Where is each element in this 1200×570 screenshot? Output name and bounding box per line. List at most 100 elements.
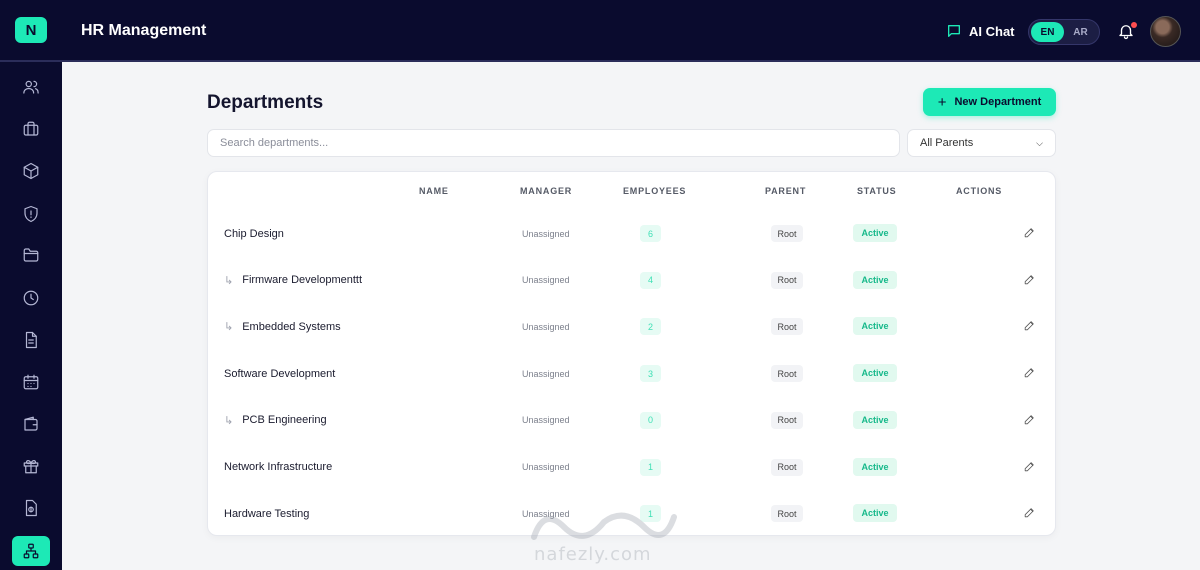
edit-button[interactable] bbox=[1023, 366, 1037, 380]
top-bar: N HR Management AI Chat EN AR bbox=[0, 0, 1200, 62]
new-department-button[interactable]: + New Department bbox=[923, 88, 1056, 116]
parent-badge: Root bbox=[771, 458, 803, 476]
lang-ar-button[interactable]: AR bbox=[1064, 22, 1097, 42]
column-header-status: STATUS bbox=[857, 186, 897, 196]
table-row[interactable]: Chip Design Unassigned 6 Root Active bbox=[208, 210, 1057, 257]
sidebar-item-assets[interactable] bbox=[14, 156, 48, 186]
column-header-parent: PARENT bbox=[765, 186, 807, 196]
package-icon bbox=[23, 162, 39, 180]
table-row[interactable]: Hardware Testing Unassigned 1 Root Active bbox=[208, 490, 1057, 537]
department-name-text: Firmware Developmenttt bbox=[242, 274, 363, 287]
department-name[interactable]: Chip Design bbox=[224, 210, 284, 257]
app-logo[interactable]: N bbox=[15, 17, 47, 43]
folder-icon bbox=[23, 248, 39, 262]
chat-bubble-icon bbox=[948, 25, 960, 37]
search-departments-input[interactable] bbox=[207, 129, 900, 157]
sidebar-item-files[interactable] bbox=[14, 240, 48, 270]
parent-filter-value: All Parents bbox=[920, 137, 974, 149]
sidebar-item-calendar[interactable] bbox=[14, 367, 48, 397]
chevron-down-icon: ⌵ bbox=[1036, 137, 1043, 148]
parent-badge: Root bbox=[771, 271, 803, 289]
child-arrow-icon: ↳ bbox=[224, 414, 234, 427]
status-badge: Active bbox=[853, 410, 897, 429]
page-title: Departments bbox=[207, 92, 324, 113]
manager-cell: Unassigned bbox=[522, 368, 570, 379]
department-name[interactable]: ↳ PCB Engineering bbox=[224, 397, 327, 444]
employee-count-badge: 2 bbox=[640, 318, 661, 336]
pencil-icon bbox=[1024, 274, 1034, 284]
ai-chat-button[interactable]: AI Chat bbox=[946, 23, 1015, 39]
plus-icon: + bbox=[937, 93, 947, 111]
table-row[interactable]: Network Infrastructure Unassigned 1 Root Act… bbox=[208, 444, 1057, 491]
parent-badge: Root bbox=[771, 318, 803, 336]
sidebar-item-benefits[interactable] bbox=[14, 451, 48, 481]
sidebar-item-documents[interactable] bbox=[14, 325, 48, 355]
parent-badge: Root bbox=[771, 365, 803, 383]
status-badge: Active bbox=[853, 224, 897, 242]
notification-dot bbox=[1131, 22, 1137, 28]
table-row[interactable]: ↳ PCB Engineering Unassigned 0 Root Active bbox=[208, 397, 1057, 444]
status-badge: Active bbox=[853, 504, 897, 523]
employee-count-badge: 0 bbox=[640, 411, 661, 429]
department-name-text: Embedded Systems bbox=[242, 320, 341, 333]
department-name-text: PCB Engineering bbox=[242, 414, 327, 427]
employee-count-badge: 4 bbox=[640, 271, 661, 289]
manager-cell: Unassigned bbox=[522, 275, 570, 286]
edit-button[interactable] bbox=[1023, 506, 1037, 520]
ai-chat-label: AI Chat bbox=[969, 23, 1015, 39]
status-badge: Active bbox=[853, 457, 897, 476]
department-name[interactable]: Hardware Testing bbox=[224, 490, 309, 537]
sidebar-item-payroll[interactable] bbox=[14, 409, 48, 439]
parent-filter-select[interactable]: All Parents ⌵ bbox=[907, 129, 1056, 157]
pencil-icon bbox=[1024, 368, 1034, 378]
calendar-icon bbox=[23, 374, 39, 390]
edit-button[interactable] bbox=[1023, 413, 1037, 427]
gift-icon bbox=[23, 460, 39, 474]
employee-count-badge: 1 bbox=[640, 458, 661, 476]
document-icon bbox=[25, 331, 37, 349]
column-header-actions: ACTIONS bbox=[956, 186, 1003, 196]
child-arrow-icon: ↳ bbox=[224, 274, 234, 287]
child-arrow-icon: ↳ bbox=[224, 321, 234, 334]
manager-cell: Unassigned bbox=[522, 462, 570, 472]
sidebar-item-attendance[interactable] bbox=[14, 283, 48, 313]
sidebar-item-employees[interactable] bbox=[14, 72, 48, 102]
department-name[interactable]: Software Development bbox=[224, 350, 335, 397]
edit-button[interactable] bbox=[1023, 319, 1037, 333]
user-avatar[interactable] bbox=[1150, 16, 1181, 47]
edit-button[interactable] bbox=[1023, 460, 1037, 474]
table-row[interactable]: Software Development Unassigned 3 Root Activ… bbox=[208, 350, 1057, 397]
employee-count-badge: 6 bbox=[640, 225, 661, 242]
manager-cell: Unassigned bbox=[522, 415, 570, 426]
employee-count-badge: 1 bbox=[640, 505, 661, 523]
table-row[interactable]: ↳ Firmware Developmenttt Unassigned 4 Root Ac… bbox=[208, 257, 1057, 304]
column-header-manager: MANAGER bbox=[520, 186, 573, 196]
sidebar-item-jobs[interactable] bbox=[14, 114, 48, 144]
employee-count-badge: 3 bbox=[640, 365, 661, 383]
department-name-text: Hardware Testing bbox=[224, 507, 310, 520]
department-name-text: Software Development bbox=[224, 367, 336, 380]
sidebar bbox=[0, 62, 62, 570]
department-name[interactable]: Network Infrastructure bbox=[224, 444, 332, 491]
watermark-text: nafezly.com bbox=[534, 544, 652, 565]
edit-button[interactable] bbox=[1023, 226, 1037, 240]
lang-en-button[interactable]: EN bbox=[1031, 22, 1064, 42]
pencil-icon bbox=[1024, 415, 1034, 425]
sidebar-item-security[interactable] bbox=[14, 199, 48, 229]
status-badge: Active bbox=[853, 270, 897, 289]
department-name[interactable]: ↳ Firmware Developmenttt bbox=[224, 257, 362, 304]
departments-table: NAME MANAGER EMPLOYEES PARENT STATUS ACT… bbox=[207, 171, 1056, 536]
manager-cell: Unassigned bbox=[522, 228, 570, 239]
pencil-icon bbox=[1024, 508, 1034, 518]
department-name[interactable]: ↳ Embedded Systems bbox=[224, 303, 341, 350]
manager-cell: Unassigned bbox=[522, 321, 570, 332]
column-header-name: NAME bbox=[419, 186, 449, 196]
department-name-text: Chip Design bbox=[224, 227, 284, 240]
pencil-icon bbox=[1024, 461, 1034, 471]
parent-badge: Root bbox=[771, 505, 803, 523]
table-row[interactable]: ↳ Embedded Systems Unassigned 2 Root Active bbox=[208, 303, 1057, 350]
new-department-label: New Department bbox=[954, 96, 1042, 108]
edit-button[interactable] bbox=[1023, 273, 1037, 287]
sidebar-item-departments[interactable] bbox=[12, 536, 50, 566]
sidebar-item-expenses[interactable] bbox=[14, 493, 48, 523]
